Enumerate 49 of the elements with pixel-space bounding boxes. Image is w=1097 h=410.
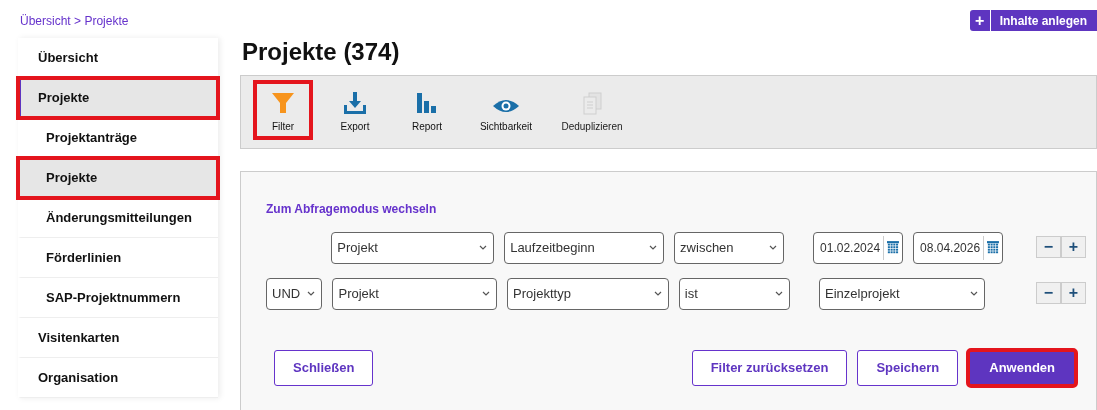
- caret-icon: [307, 289, 316, 298]
- sidebar-item[interactable]: SAP-Projektnummern: [18, 278, 218, 318]
- action-button[interactable]: Speichern: [857, 349, 959, 386]
- bar-chart-icon: [415, 90, 439, 115]
- caret-icon: [479, 243, 488, 252]
- action-button[interactable]: Schließen: [274, 349, 374, 386]
- caret-icon: [969, 289, 978, 298]
- create-content-button[interactable]: + Inhalte anlegen: [969, 10, 1097, 31]
- sidebar-item[interactable]: Projekte: [18, 78, 218, 118]
- sidebar-item[interactable]: Visitenkarten: [18, 318, 218, 358]
- page-title: Projekte (374): [242, 38, 401, 67]
- documents-icon: [581, 91, 603, 115]
- action-button[interactable]: Filter zurücksetzen: [691, 349, 848, 386]
- download-icon: [343, 90, 367, 115]
- funnel-icon: [271, 90, 295, 115]
- caret-icon: [482, 289, 491, 298]
- breadcrumb-separator: >: [73, 14, 83, 28]
- toolbar-button[interactable]: Export: [327, 81, 383, 138]
- date-field[interactable]: 01.02.2024: [813, 231, 904, 264]
- sidebar-item[interactable]: Änderungsmitteilungen: [18, 198, 218, 238]
- date-field[interactable]: 08.04.2026: [913, 231, 1004, 264]
- action-button[interactable]: Anwenden: [968, 349, 1076, 386]
- caret-icon: [653, 289, 662, 298]
- breadcrumb-link[interactable]: Übersicht: [20, 14, 71, 28]
- breadcrumb-link[interactable]: Projekte: [84, 14, 129, 28]
- add-row-button[interactable]: +: [1061, 281, 1086, 304]
- toolbar-button[interactable]: Report: [399, 81, 455, 138]
- toolbar-button[interactable]: Filter: [255, 81, 311, 138]
- caret-icon: [775, 289, 784, 298]
- select-field[interactable]: Projekttyp: [507, 277, 669, 310]
- select-field[interactable]: Laufzeitbeginn: [504, 231, 665, 264]
- toolbar-button[interactable]: Sichtbarkeit: [471, 81, 541, 138]
- sidebar-item[interactable]: Organisation: [18, 358, 218, 398]
- calendar-icon: [987, 240, 1000, 256]
- select-field[interactable]: UND: [266, 277, 323, 310]
- query-mode-link[interactable]: Zum Abfragemodus wechseln: [266, 199, 437, 218]
- remove-row-button[interactable]: −: [1036, 235, 1061, 258]
- select-field[interactable]: ist: [678, 277, 791, 310]
- select-field[interactable]: zwischen: [674, 231, 785, 264]
- caret-icon: [649, 243, 658, 252]
- add-row-button[interactable]: +: [1061, 235, 1086, 258]
- sidebar-item[interactable]: Förderlinien: [18, 238, 218, 278]
- calendar-icon: [887, 240, 900, 256]
- sidebar-item[interactable]: Projekte: [18, 158, 218, 198]
- remove-row-button[interactable]: −: [1036, 281, 1061, 304]
- caret-icon: [769, 243, 778, 252]
- select-field[interactable]: Projekt: [331, 231, 495, 264]
- select-field[interactable]: Einzelprojekt: [819, 277, 985, 310]
- select-field[interactable]: Projekt: [332, 277, 498, 310]
